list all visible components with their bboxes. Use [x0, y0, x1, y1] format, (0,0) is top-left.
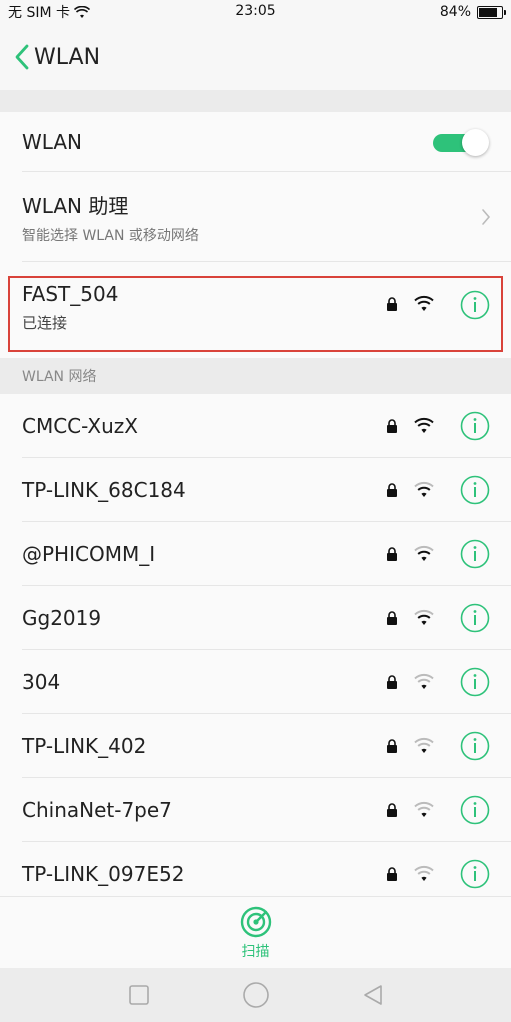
- wlan-assistant-row[interactable]: WLAN 助理 智能选择 WLAN 或移动网络: [0, 172, 511, 262]
- info-icon[interactable]: [460, 667, 490, 697]
- status-left: 无 SIM 卡: [8, 2, 90, 22]
- bottom-bar: 扫描: [0, 896, 511, 968]
- wifi-icon: [414, 295, 434, 311]
- scan-button[interactable]: 扫描: [239, 905, 273, 961]
- header: WLAN: [0, 24, 511, 90]
- lock-icon: [387, 419, 397, 433]
- wlan-toggle-row: WLAN: [0, 112, 511, 172]
- status-bar: 无 SIM 卡 23:05 84%: [0, 0, 511, 24]
- wifi-icon: [414, 609, 434, 625]
- wifi-icon: [414, 545, 434, 561]
- info-icon[interactable]: [460, 290, 490, 320]
- network-row[interactable]: CMCC-XuzX: [0, 394, 511, 458]
- wlan-toggle-label: WLAN: [22, 130, 83, 154]
- wlan-switch[interactable]: [433, 128, 489, 156]
- connected-status: 已连接: [22, 314, 68, 332]
- chevron-right-icon: [482, 209, 491, 225]
- lock-icon: [387, 803, 397, 817]
- lock-icon: [387, 611, 397, 625]
- info-icon[interactable]: [460, 795, 490, 825]
- wifi-icon: [414, 865, 434, 881]
- lock-icon: [387, 675, 397, 689]
- lock-icon: [387, 867, 397, 881]
- info-icon[interactable]: [460, 859, 490, 889]
- wifi-icon: [414, 737, 434, 753]
- lock-icon: [387, 547, 397, 561]
- lock-icon: [387, 297, 397, 311]
- system-nav-bar: [0, 968, 511, 1022]
- page-title: WLAN: [34, 44, 101, 70]
- triangle-back-icon: [363, 985, 382, 1005]
- assistant-subtitle: 智能选择 WLAN 或移动网络: [22, 228, 199, 244]
- connected-network-name: FAST_504: [22, 282, 119, 306]
- info-icon[interactable]: [460, 539, 490, 569]
- section-header: WLAN 网络: [0, 358, 511, 394]
- circle-icon: [242, 982, 269, 1008]
- info-icon[interactable]: [460, 603, 490, 633]
- square-icon: [128, 985, 149, 1005]
- lock-icon: [387, 483, 397, 497]
- battery-icon: [477, 5, 506, 19]
- home-button[interactable]: [241, 980, 271, 1010]
- network-name: 304: [22, 670, 61, 694]
- back-nav-button[interactable]: [358, 980, 388, 1010]
- radar-icon: [240, 906, 271, 937]
- wifi-icon: [414, 481, 434, 497]
- recents-button[interactable]: [124, 980, 154, 1010]
- network-row[interactable]: TP-LINK_68C184: [0, 458, 511, 522]
- network-row[interactable]: Gg2019: [0, 586, 511, 650]
- network-row[interactable]: 304: [0, 650, 511, 714]
- back-button[interactable]: WLAN: [14, 44, 100, 70]
- info-icon[interactable]: [460, 731, 490, 761]
- network-row[interactable]: ChinaNet-7pe7: [0, 778, 511, 842]
- network-name: @PHICOMM_I: [22, 542, 156, 566]
- lock-icon: [387, 739, 397, 753]
- network-row[interactable]: TP-LINK_402: [0, 714, 511, 778]
- network-row[interactable]: @PHICOMM_I: [0, 522, 511, 586]
- status-right: 84%: [439, 4, 506, 20]
- info-icon[interactable]: [460, 475, 490, 505]
- network-name: Gg2019: [22, 606, 102, 630]
- network-name: ChinaNet-7pe7: [22, 798, 172, 822]
- battery-level: [479, 7, 498, 17]
- chevron-left-icon: [15, 44, 29, 70]
- network-name: TP-LINK_68C184: [22, 478, 186, 502]
- wifi-icon: [414, 673, 434, 689]
- assistant-title: WLAN 助理: [22, 194, 129, 218]
- scan-label: 扫描: [241, 943, 270, 960]
- battery-percent: 84%: [439, 4, 471, 20]
- wifi-icon: [414, 801, 434, 817]
- network-name: CMCC-XuzX: [22, 414, 138, 438]
- wifi-icon: [414, 417, 434, 433]
- info-icon[interactable]: [460, 411, 490, 441]
- switch-knob: [462, 129, 489, 156]
- section-gap: [0, 90, 511, 112]
- network-name: TP-LINK_402: [22, 734, 147, 758]
- wifi-status-icon: [74, 5, 90, 18]
- carrier-text: 无 SIM 卡: [8, 5, 70, 21]
